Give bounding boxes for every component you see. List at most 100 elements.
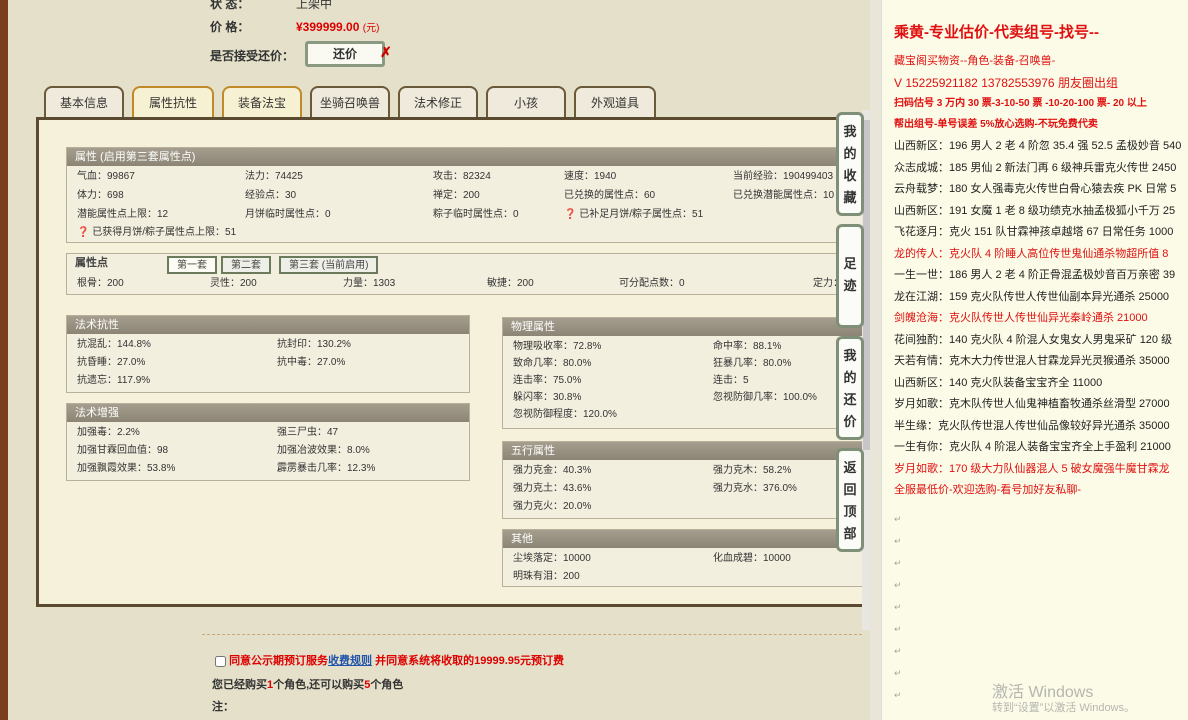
five-cell: 强力克金：40.3% xyxy=(513,465,592,476)
attr-cell: 气血：99867 xyxy=(77,171,135,182)
attr-cell: 已补足月饼/粽子属性点：51 xyxy=(579,209,704,220)
doc-list-item: 半生缘：克火队传世混人传世仙品像较好异光通杀 35000 xyxy=(894,419,1170,432)
haggle-label: 是否接受还价： xyxy=(210,49,295,63)
haggle-button[interactable]: 还价 xyxy=(305,41,385,67)
price-unit: (元) xyxy=(362,23,380,34)
tab-child[interactable]: 小孩 xyxy=(486,86,566,118)
doc-list-item: 天若有情：克木大力传世混人甘霖龙异光灵猴通杀 35000 xyxy=(894,355,1170,367)
doc-list-item: 一生一世：186 男人 2 老 4 阶正骨混孟极妙音百万亲密 39 xyxy=(894,269,1176,281)
doc-list-item: 龙的传人：克火队 4 阶睡人高位传世鬼仙通杀物超所值 8 xyxy=(894,247,1169,260)
window-edge xyxy=(0,0,8,720)
bought-mid: 个角色,还可以购买 xyxy=(273,679,365,691)
right-doc-pane: 乘黄-专业估价-代卖组号-找号-- 藏宝阁买物资--角色-装备-召唤兽- V 1… xyxy=(881,0,1188,720)
doc-list-item: 全服最低价-欢迎选购-看号加好友私聊- xyxy=(894,484,1081,496)
doc-list-item: 飞花逐月：克火 151 队甘霖神孩卓越塔 67 日常任务 1000 xyxy=(894,226,1174,238)
five-title: 五行属性 xyxy=(503,442,870,460)
price-row: 价 格： ¥399999.00 (元) xyxy=(210,17,379,37)
five-cell: 强力克火：20.0% xyxy=(513,501,592,512)
help-icon[interactable]: ❓ xyxy=(77,227,89,238)
side-btn-label: 返回顶部 xyxy=(843,460,857,541)
attr-cell: 经验点：30 xyxy=(245,190,297,201)
attr-cell: 潜能属性点上限：12 xyxy=(77,209,169,220)
attr-cell: 速度：1940 xyxy=(564,171,617,182)
resist-section: 法术抗性 抗混乱：144.8% 抗封印：130.2% 抗昏睡：27.0% 抗中毒… xyxy=(66,315,470,393)
other-cell: 尘埃落定：10000 xyxy=(513,553,591,564)
doc-list-item: 龙在江湖：159 克火队传世人传世仙副本异光通杀 25000 xyxy=(894,290,1170,303)
tab-spell-correction[interactable]: 法术修正 xyxy=(398,86,478,118)
doc-list-item: 剑魄沧海：克火队传世人传世仙异光秦岭通杀 21000 xyxy=(894,312,1148,324)
return-mark-icon: ↵ xyxy=(894,514,902,524)
physics-cell: 物理吸收率：72.8% xyxy=(513,341,602,352)
tab-equipment[interactable]: 装备法宝 xyxy=(222,86,302,118)
enhance-cell: 强三尸虫：47 xyxy=(277,427,339,438)
return-mark-icon: ↵ xyxy=(894,624,902,634)
return-mark-icon: ↵ xyxy=(894,558,902,568)
haggle-row: 是否接受还价： 还价 ✗ xyxy=(210,41,510,67)
attr-footer-text: 已获得月饼/粽子属性点上限：51 xyxy=(92,227,237,238)
points-subtab-3[interactable]: 第三套 (当前启用) xyxy=(279,256,379,274)
return-mark-icon: ↵ xyxy=(894,602,902,612)
five-section: 五行属性 强力克金：40.3% 强力克木：58.2% 强力克土：43.6% 强力… xyxy=(502,441,870,519)
tab-mounts-pets[interactable]: 坐骑召唤兽 xyxy=(310,86,390,118)
haggle-close-icon[interactable]: ✗ xyxy=(380,42,392,62)
agree-checkbox[interactable] xyxy=(215,655,226,667)
agree-suffix: 并同意系统将收取的19999.95元预订费 xyxy=(372,655,564,667)
doc-list-item: 山西新区：196 男人 2 老 4 阶忽 35.4 强 52.5 孟极妙音 54… xyxy=(894,140,1182,152)
return-mark-icon: ↵ xyxy=(894,580,902,590)
side-btn-label: 我的收藏 xyxy=(843,124,857,205)
enhance-cell: 霹雳暴击几率：12.3% xyxy=(277,463,376,474)
back-to-top-button[interactable]: 返回顶部 xyxy=(836,448,864,552)
side-btn-label: 足迹 xyxy=(843,256,857,293)
doc-list-item: 岁月如歌：170 级大力队仙器混人 5 破女魔强牛魔甘霖龙 xyxy=(894,462,1170,475)
resist-cell: 抗中毒：27.0% xyxy=(277,357,346,368)
attr-cell: 攻击：82324 xyxy=(433,171,491,182)
physics-cell: 连击：5 xyxy=(713,375,749,386)
doc-list-item: 山西新区：191 女魔 1 老 8 级功绩克水抽孟极狐小千万 25 xyxy=(894,204,1176,217)
tab-basic-info[interactable]: 基本信息 xyxy=(44,86,124,118)
physics-title: 物理属性 xyxy=(503,318,870,336)
bought-row: 您已经购买1个角色,还可以购买5个角色 xyxy=(212,676,403,692)
attr-cell: 当前经验：190499403 xyxy=(733,171,834,182)
help-icon[interactable]: ❓ xyxy=(564,209,576,220)
status-value: 上架中 xyxy=(296,0,333,11)
bottom-area: 同意公示期预订服务收费规则 并同意系统将收取的19999.95元预订费 您已经购… xyxy=(0,620,870,720)
left-pane: 状 态： 上架中 价 格： ¥399999.00 (元) 是否接受还价： 还价 ✗ … xyxy=(0,0,870,720)
attr-cell: 月饼临时属性点：0 xyxy=(245,209,331,220)
activation-watermark-sub: 转到“设置”以激活 Windows。 xyxy=(992,702,1136,714)
attr-section: 属性 (启用第三套属性点) 气血：99867 法力：74425 攻击：82324… xyxy=(66,147,870,243)
enhance-cell: 加强甘霖回血值：98 xyxy=(77,445,169,456)
agree-prefix: 同意公示期预订服务 xyxy=(229,655,329,667)
scrollbar-thumb[interactable] xyxy=(863,120,870,450)
physics-section: 物理属性 物理吸收率：72.8% 命中率：88.1% 致命几率：80.0% 狂暴… xyxy=(502,317,870,429)
resist-cell: 抗遗忘：117.9% xyxy=(77,375,151,386)
note-label: 注： xyxy=(212,701,234,713)
my-favorites-button[interactable]: 我的收藏 xyxy=(836,112,864,216)
physics-cell: 狂暴几率：80.0% xyxy=(713,358,792,369)
resist-title: 法术抗性 xyxy=(67,316,469,334)
five-cell: 强力克土：43.6% xyxy=(513,483,592,494)
return-mark-icon: ↵ xyxy=(894,668,902,678)
footprint-button[interactable]: 足迹 xyxy=(836,224,864,328)
attr-cell: 已兑换潜能属性点：10 xyxy=(733,190,835,201)
my-haggles-button[interactable]: 我的还价 xyxy=(836,336,864,440)
points-subtab-1[interactable]: 第一套 xyxy=(167,256,217,274)
doc-list-item: 云舟载梦：180 女人强毒克火传世白骨心猿去疾 PK 日常 5 xyxy=(894,183,1177,195)
fee-rules-link[interactable]: 收费规则 xyxy=(328,655,372,667)
five-cell: 强力克水：376.0% xyxy=(713,483,797,494)
attr-cell: 已兑换的属性点：60 xyxy=(564,190,656,201)
other-cell: 化血成碧：10000 xyxy=(713,553,791,564)
tab-appearance[interactable]: 外观道具 xyxy=(574,86,656,118)
other-title: 其他 xyxy=(503,530,870,548)
physics-cell: 忽视防御几率：100.0% xyxy=(713,392,817,403)
attr-cell: 法力：74425 xyxy=(245,171,303,182)
points-subtab-2[interactable]: 第二套 xyxy=(221,256,271,274)
agree-row: 同意公示期预订服务收费规则 并同意系统将收取的19999.95元预订费 xyxy=(215,652,564,668)
points-cell: 敏捷：200 xyxy=(487,278,534,289)
dotted-divider xyxy=(202,634,862,635)
doc-list-item: 一生有你：克火队 4 阶混人装备宝宝齐全上手盈利 21000 xyxy=(894,441,1171,453)
five-cell: 强力克木：58.2% xyxy=(713,465,792,476)
attr-cell: 禅定：200 xyxy=(433,190,480,201)
main-panel: 属性 (启用第三套属性点) 气血：99867 法力：74425 攻击：82324… xyxy=(36,117,870,607)
tab-attr-resist[interactable]: 属性抗性 xyxy=(132,86,214,118)
return-mark-icon: ↵ xyxy=(894,646,902,656)
